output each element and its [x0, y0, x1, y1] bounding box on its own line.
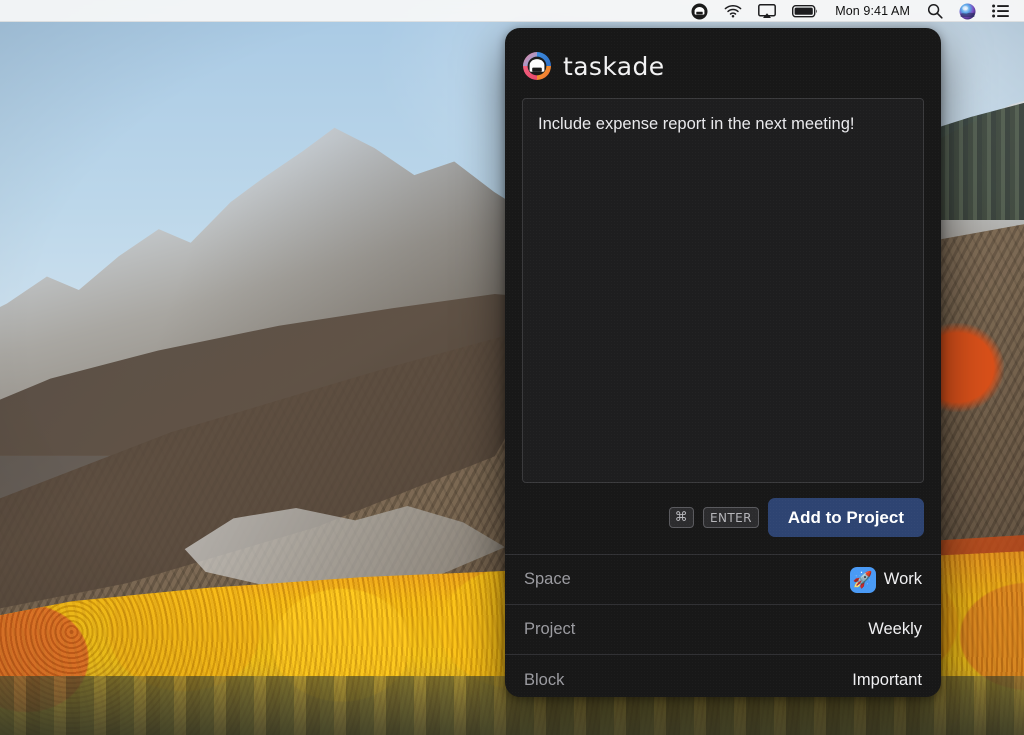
row-project-label: Project [524, 620, 575, 639]
battery-icon[interactable] [784, 0, 826, 22]
row-project[interactable]: Project Weekly [505, 605, 941, 655]
task-composer-textarea[interactable]: Include expense report in the next meeti… [522, 98, 924, 483]
siri-icon[interactable] [951, 0, 984, 22]
row-space-value-group: 🚀 Work [850, 567, 922, 593]
taskade-quick-add-panel: taskade Include expense report in the ne… [505, 28, 941, 697]
row-space-value: Work [884, 570, 922, 589]
row-block-value: Important [852, 671, 922, 690]
command-key-badge: ⌘ [669, 507, 694, 528]
row-block[interactable]: Block Important [505, 655, 941, 697]
composer-action-bar: ⌘ ENTER Add to Project [505, 483, 941, 554]
rocket-icon: 🚀 [850, 567, 876, 593]
menu-bar: Mon 9:41 AM [0, 0, 1024, 22]
control-center-icon[interactable] [984, 0, 1018, 22]
brand-header: taskade [522, 46, 924, 86]
row-block-label: Block [524, 671, 564, 690]
row-project-value: Weekly [868, 620, 922, 639]
taskade-menubar-icon[interactable] [683, 0, 716, 22]
taskade-logo-icon [522, 51, 552, 81]
add-to-project-button[interactable]: Add to Project [768, 498, 924, 537]
row-space-label: Space [524, 570, 571, 589]
composer-text-value: Include expense report in the next meeti… [538, 113, 908, 135]
row-space[interactable]: Space 🚀 Work [505, 555, 941, 605]
desktop-screen: Mon 9:41 AM [0, 0, 1024, 735]
menubar-clock[interactable]: Mon 9:41 AM [826, 0, 919, 22]
search-icon[interactable] [919, 0, 951, 22]
airplay-icon[interactable] [750, 0, 784, 22]
brand-name: taskade [563, 52, 665, 81]
enter-key-badge: ENTER [703, 507, 759, 528]
panel-top-section: taskade Include expense report in the ne… [505, 28, 941, 483]
metadata-rows: Space 🚀 Work Project Weekly Block Import… [505, 554, 941, 697]
wifi-icon[interactable] [716, 0, 750, 22]
